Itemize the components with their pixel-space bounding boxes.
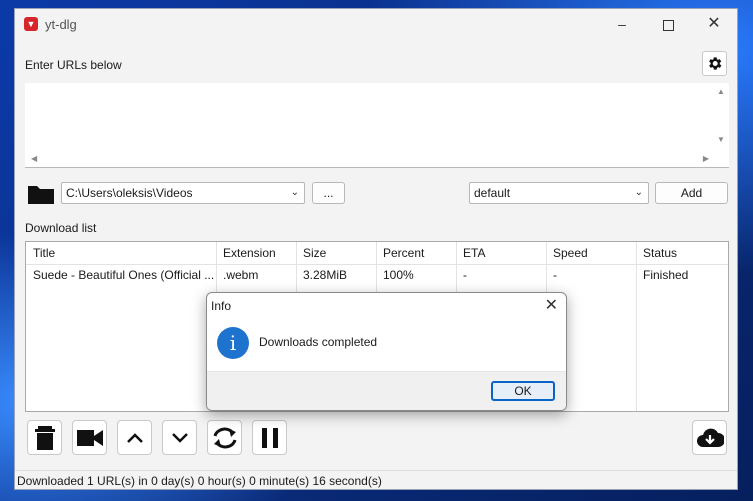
column-percent[interactable]: Percent [376,242,456,264]
dialog-body: i Downloads completed [207,319,566,371]
dialog-footer: OK [207,371,566,410]
title-bar: ▼ yt-dlg – ✕ [15,9,737,39]
format-combobox[interactable]: default ⌄ [469,182,649,204]
format-value: default [474,186,511,200]
column-extension[interactable]: Extension [216,242,296,264]
table-row[interactable]: Suede - Beautiful Ones (Official ... .we… [26,264,728,286]
move-down-button[interactable] [162,420,197,455]
folder-icon[interactable] [27,183,55,205]
minimize-button[interactable]: – [599,9,645,39]
urls-textarea[interactable]: ▲ ▼ ◀ ▶ [25,83,729,168]
close-button[interactable]: ✕ [691,9,737,39]
row-eta: - [463,268,467,282]
move-up-button[interactable] [117,420,152,455]
urls-vertical-scrollbar[interactable]: ▲ ▼ [713,83,729,151]
dialog-close-button[interactable]: ✕ [545,295,558,315]
row-status: Finished [643,268,689,282]
row-extension: .webm [223,268,259,282]
download-cloud-icon [696,428,724,447]
video-camera-icon [76,429,103,446]
row-percent: 100% [383,268,414,282]
chevron-down-icon[interactable]: ⌄ [635,183,643,203]
row-speed: - [553,268,557,282]
path-value: C:\Users\oleksis\Videos [66,186,193,200]
delete-button[interactable] [27,420,62,455]
dialog-message: Downloads completed [259,335,378,349]
download-list-header: Title Extension Size Percent ETA Speed S… [26,242,728,265]
main-window: ▼ yt-dlg – ✕ Enter URLs below ▲ ▼ ◀ ▶ C:… [14,8,738,490]
reload-button[interactable] [207,420,242,455]
info-icon: i [217,327,249,359]
download-button[interactable] [692,420,727,455]
row-title: Suede - Beautiful Ones (Official ... [33,268,215,282]
app-icon: ▼ [24,17,38,31]
settings-button[interactable] [702,51,727,76]
maximize-icon [662,19,674,31]
scroll-down-icon[interactable]: ▼ [717,135,725,144]
chevron-down-icon[interactable]: ⌄ [291,183,299,203]
scroll-right-icon[interactable]: ▶ [703,154,709,163]
reload-icon [213,427,236,448]
arrow-down-icon [171,432,188,443]
pause-button[interactable] [252,420,287,455]
browse-button[interactable]: ... [312,182,345,204]
download-list-label: Download list [25,221,97,235]
play-button[interactable] [72,420,107,455]
column-title[interactable]: Title [26,242,216,264]
arrow-up-icon [126,432,143,443]
maximize-button[interactable] [645,9,691,39]
status-bar: Downloaded 1 URL(s) in 0 day(s) 0 hour(s… [15,470,737,490]
add-button[interactable]: Add [655,182,728,204]
info-dialog: Info ✕ i Downloads completed OK [206,292,567,411]
column-eta[interactable]: ETA [456,242,546,264]
dialog-title: Info [211,299,232,313]
path-combobox[interactable]: C:\Users\oleksis\Videos ⌄ [61,182,305,204]
column-status[interactable]: Status [636,242,728,264]
gear-icon [709,57,722,70]
urls-horizontal-scrollbar[interactable]: ◀ ▶ [25,151,729,167]
ok-button[interactable]: OK [491,381,555,401]
window-title: yt-dlg [45,17,77,32]
trash-icon [34,425,55,450]
urls-label: Enter URLs below [25,58,122,72]
column-speed[interactable]: Speed [546,242,636,264]
scroll-up-icon[interactable]: ▲ [717,87,725,96]
column-size[interactable]: Size [296,242,376,264]
scroll-left-icon[interactable]: ◀ [31,154,37,163]
row-size: 3.28MiB [303,268,348,282]
pause-icon [261,427,278,448]
